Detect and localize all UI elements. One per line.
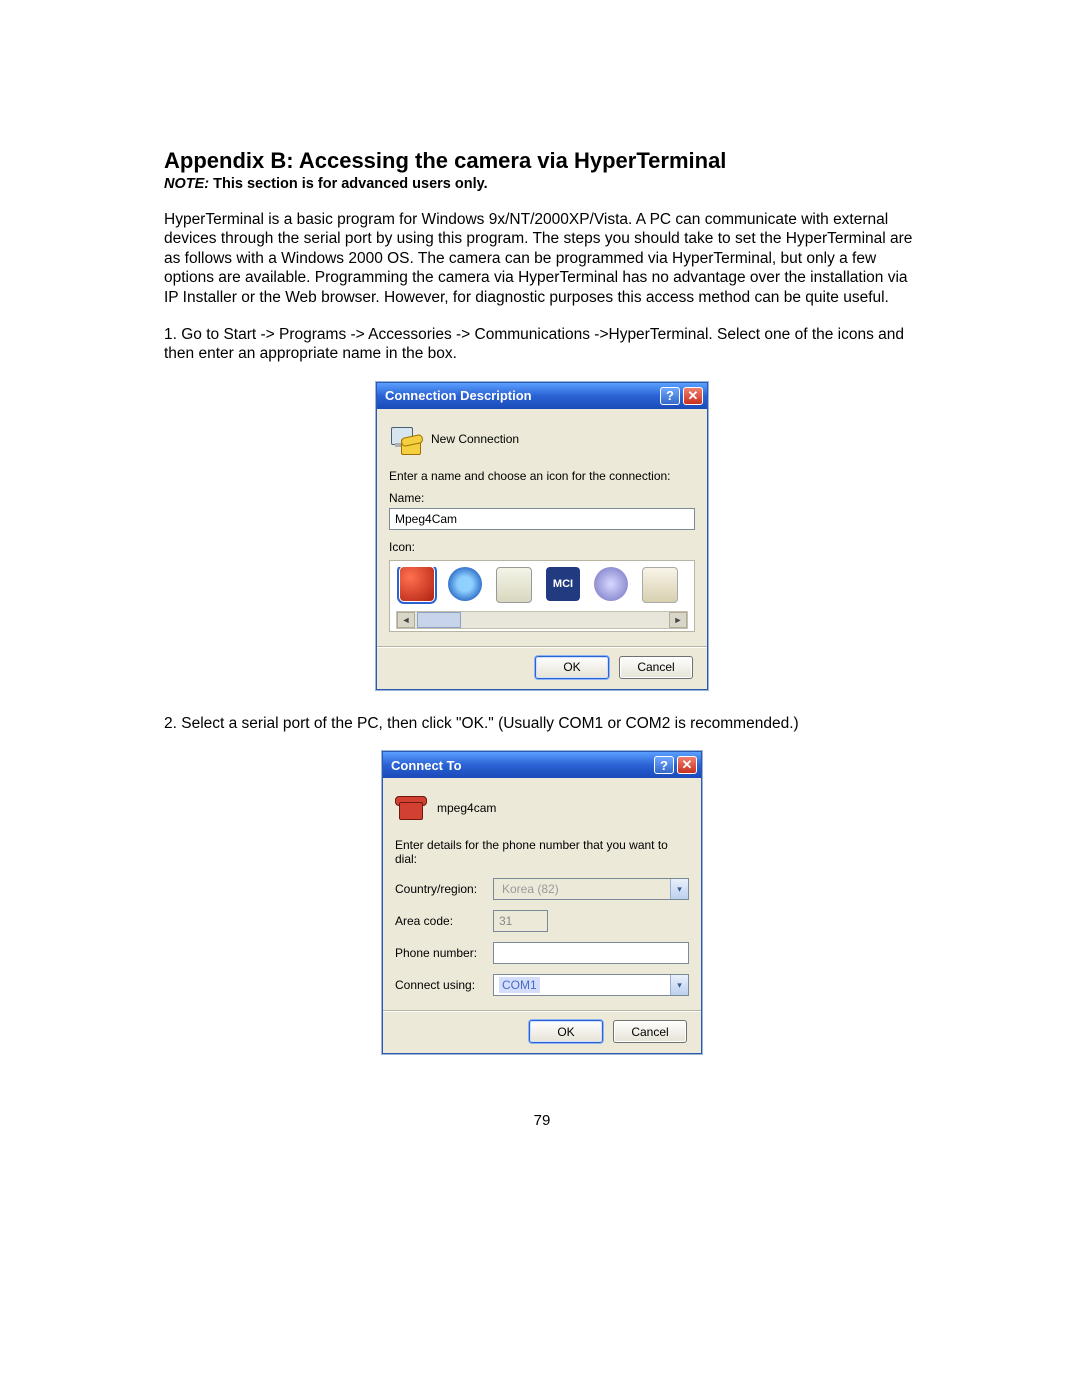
help-button[interactable]: ? <box>654 756 674 774</box>
chevron-down-icon[interactable]: ▾ <box>670 975 688 995</box>
icon-scrollbar[interactable]: ◄ ► <box>396 611 688 629</box>
country-label: Country/region: <box>395 882 485 896</box>
new-connection-label: New Connection <box>431 432 519 446</box>
note-line: NOTE: This section is for advanced users… <box>164 176 920 192</box>
connect-to-dialog: Connect To ? ✕ mpeg4cam Enter details fo… <box>382 751 702 1054</box>
icon-label: Icon: <box>389 540 695 554</box>
icon-option-3[interactable] <box>496 567 532 603</box>
ok-button[interactable]: OK <box>535 656 609 679</box>
name-input[interactable] <box>389 508 695 530</box>
country-select: Korea (82) ▾ <box>493 878 689 900</box>
chevron-down-icon: ▾ <box>670 879 688 899</box>
hyperterminal-icon <box>389 423 421 455</box>
step-2: 2. Select a serial port of the PC, then … <box>164 714 920 733</box>
icon-option-6[interactable] <box>642 567 678 603</box>
close-button[interactable]: ✕ <box>677 756 697 774</box>
scroll-right-button[interactable]: ► <box>669 612 687 628</box>
scroll-left-button[interactable]: ◄ <box>397 612 415 628</box>
connection-name: mpeg4cam <box>437 801 496 815</box>
connection-description-dialog: Connection Description ? ✕ New Connectio… <box>376 382 708 690</box>
ok-button[interactable]: OK <box>529 1020 603 1043</box>
area-code-label: Area code: <box>395 914 485 928</box>
phone-number-label: Phone number: <box>395 946 485 960</box>
icon-option-mci[interactable]: MCI <box>546 567 580 601</box>
connect-using-value: COM1 <box>499 977 540 993</box>
icon-option-5[interactable] <box>594 567 628 601</box>
note-text: This section is for advanced users only. <box>209 176 488 192</box>
appendix-heading: Appendix B: Accessing the camera via Hyp… <box>164 148 920 174</box>
country-value: Korea (82) <box>499 881 562 897</box>
titlebar[interactable]: Connect To ? ✕ <box>383 752 701 778</box>
prompt-text: Enter a name and choose an icon for the … <box>389 469 695 483</box>
dialog-title: Connection Description <box>385 388 532 403</box>
scroll-thumb[interactable] <box>417 612 461 628</box>
connect-using-label: Connect using: <box>395 978 485 992</box>
note-label: NOTE: <box>164 176 209 192</box>
dialog-title: Connect To <box>391 758 462 773</box>
step-1: 1. Go to Start -> Programs -> Accessorie… <box>164 325 920 364</box>
icon-picker[interactable]: MCI ◄ ► <box>389 560 695 632</box>
prompt-text: Enter details for the phone number that … <box>395 838 689 866</box>
connection-icon <box>395 792 427 824</box>
page-number: 79 <box>164 1112 920 1129</box>
cancel-button[interactable]: Cancel <box>613 1020 687 1043</box>
close-button[interactable]: ✕ <box>683 387 703 405</box>
connect-using-select[interactable]: COM1 ▾ <box>493 974 689 996</box>
phone-number-input[interactable] <box>493 942 689 964</box>
icon-option-1[interactable] <box>400 567 434 601</box>
icon-option-2[interactable] <box>448 567 482 601</box>
cancel-button[interactable]: Cancel <box>619 656 693 679</box>
help-button[interactable]: ? <box>660 387 680 405</box>
name-label: Name: <box>389 491 695 505</box>
area-code-input <box>493 910 548 932</box>
intro-paragraph: HyperTerminal is a basic program for Win… <box>164 210 920 307</box>
titlebar[interactable]: Connection Description ? ✕ <box>377 383 707 409</box>
